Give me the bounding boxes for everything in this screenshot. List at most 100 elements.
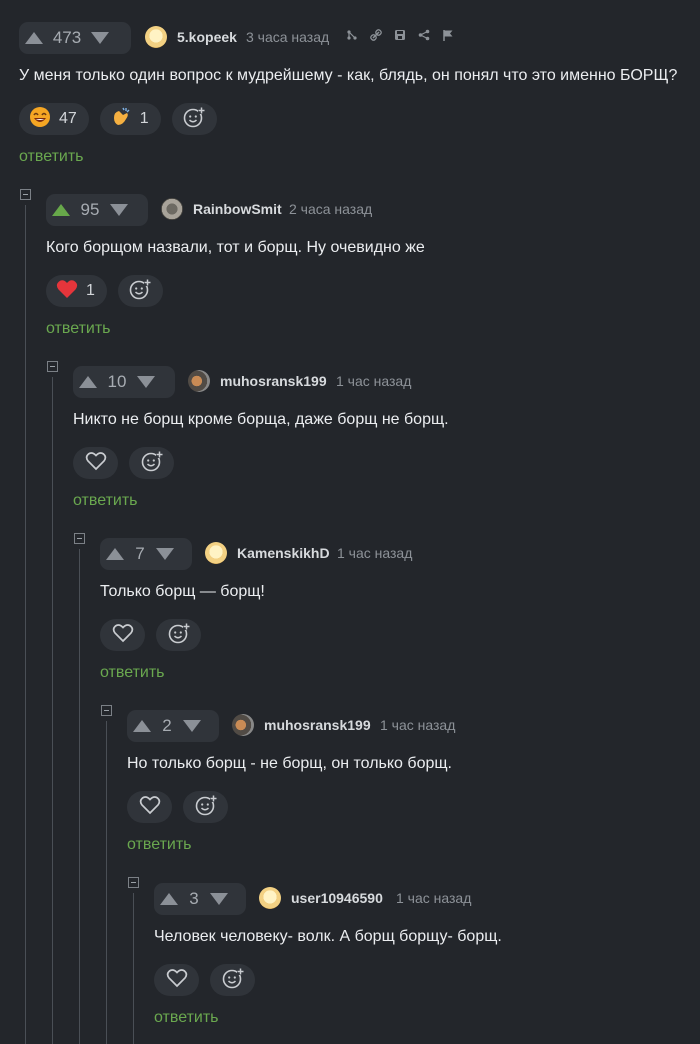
- arrow-down-icon: [110, 204, 128, 216]
- vote-count: 2: [162, 716, 172, 735]
- arrow-up-icon: [133, 720, 151, 732]
- downvote-button[interactable]: [150, 538, 180, 570]
- comment-author[interactable]: KamenskikhD: [237, 545, 330, 561]
- downvote-button[interactable]: [85, 22, 115, 54]
- reactions: 47 1: [19, 103, 217, 135]
- reaction-count: 1: [139, 110, 149, 127]
- reply-link[interactable]: ответить: [46, 320, 111, 338]
- like-button[interactable]: [73, 447, 118, 479]
- comment-text: Никто не борщ кроме борща, даже борщ не …: [73, 411, 449, 428]
- like-button[interactable]: [154, 964, 199, 996]
- thread-line[interactable]: [25, 205, 26, 1044]
- reaction-button[interactable]: 47: [19, 103, 89, 135]
- arrow-down-icon: [156, 548, 174, 560]
- reaction-button[interactable]: 1: [46, 275, 107, 307]
- comment-author[interactable]: muhosransk199: [264, 717, 371, 733]
- upvote-button[interactable]: [19, 22, 49, 54]
- arrow-down-icon: [183, 720, 201, 732]
- downvote-button[interactable]: [204, 883, 234, 915]
- cookie-avatar[interactable]: [259, 887, 281, 909]
- add-reaction-icon: [129, 278, 152, 305]
- collapse-thread-button[interactable]: [128, 877, 139, 888]
- share-icon[interactable]: [417, 28, 431, 42]
- comment-author[interactable]: 5.kopeek: [177, 29, 237, 45]
- comment-time[interactable]: 1 час назад: [336, 373, 411, 389]
- thread-line[interactable]: [79, 549, 80, 1044]
- reaction-count: 47: [59, 110, 77, 127]
- comment-text: Кого борщом назвали, тот и борщ. Ну очев…: [46, 239, 425, 256]
- collapse-thread-button[interactable]: [47, 361, 58, 372]
- like-button[interactable]: [127, 791, 172, 823]
- cookie-avatar[interactable]: [145, 26, 167, 48]
- comment-time[interactable]: 1 час назад: [380, 717, 455, 733]
- thread-line[interactable]: [106, 721, 107, 1044]
- comment-time[interactable]: 2 часа назад: [289, 201, 372, 217]
- comment-author[interactable]: muhosransk199: [220, 373, 327, 389]
- dog-avatar[interactable]: [232, 714, 254, 736]
- save-icon[interactable]: [393, 28, 407, 42]
- add-reaction-icon: [141, 450, 163, 477]
- vote-count: 10: [107, 372, 127, 391]
- laughing-face-icon: [29, 106, 51, 133]
- comment-author[interactable]: RainbowSmit: [193, 201, 282, 217]
- comment-time[interactable]: 3 часа назад: [246, 29, 329, 45]
- add-reaction-icon: [168, 622, 190, 649]
- reaction-button[interactable]: 1: [99, 103, 161, 135]
- thread-line[interactable]: [52, 377, 53, 1044]
- comment-text: Человек человеку- волк. А борщ борщу- бо…: [154, 928, 502, 945]
- reply-link[interactable]: ответить: [100, 664, 165, 682]
- reaction-count: 1: [86, 282, 95, 299]
- add-reaction-button[interactable]: [171, 103, 217, 135]
- comment: 473 5.kopeek 3 часа назад У меня только …: [19, 22, 689, 165]
- collapse-thread-button[interactable]: [74, 533, 85, 544]
- comment-author[interactable]: user10946590: [291, 890, 383, 906]
- add-reaction-button[interactable]: [156, 619, 201, 651]
- vote-control: 3: [154, 883, 246, 915]
- reply-link[interactable]: ответить: [154, 1009, 219, 1027]
- add-reaction-button[interactable]: [210, 964, 255, 996]
- heart-outline-icon: [166, 968, 188, 993]
- clapping-hands-icon: [110, 106, 132, 133]
- arrow-up-icon: [160, 893, 178, 905]
- arrow-up-icon: [79, 376, 97, 388]
- downvote-button[interactable]: [131, 366, 161, 398]
- heart-outline-icon: [112, 623, 134, 648]
- upvote-button[interactable]: [73, 366, 103, 398]
- sloth-avatar[interactable]: [161, 198, 183, 220]
- reactions: [127, 791, 228, 823]
- vote-count: 7: [135, 544, 145, 563]
- comment-toolbar: [345, 28, 455, 42]
- reply-link[interactable]: ответить: [73, 492, 138, 510]
- upvote-button[interactable]: [127, 710, 157, 742]
- collapse-thread-button[interactable]: [101, 705, 112, 716]
- downvote-button[interactable]: [104, 194, 134, 226]
- downvote-button[interactable]: [177, 710, 207, 742]
- reply-link[interactable]: ответить: [127, 836, 192, 854]
- upvote-button[interactable]: [100, 538, 130, 570]
- heart-outline-icon: [139, 795, 161, 820]
- flag-icon[interactable]: [441, 28, 455, 42]
- add-reaction-icon: [222, 967, 244, 994]
- collapse-thread-button[interactable]: [20, 189, 31, 200]
- add-reaction-button[interactable]: [117, 275, 163, 307]
- heart-outline-icon: [85, 451, 107, 476]
- dog-avatar[interactable]: [188, 370, 210, 392]
- link-icon[interactable]: [369, 28, 383, 42]
- comment-time[interactable]: 1 час назад: [337, 545, 412, 561]
- comment-time[interactable]: 1 час назад: [396, 890, 471, 906]
- cookie-avatar[interactable]: [205, 542, 227, 564]
- thread-branch-icon[interactable]: [345, 28, 359, 42]
- comment: 7 KamenskikhD 1 час назад Только борщ — …: [100, 538, 680, 681]
- reply-link[interactable]: ответить: [19, 148, 84, 166]
- arrow-down-icon: [137, 376, 155, 388]
- upvote-button[interactable]: [46, 194, 76, 226]
- comment: 3 user10946590 1 час назад Человек челов…: [154, 883, 674, 1026]
- arrow-up-icon: [106, 548, 124, 560]
- upvote-button[interactable]: [154, 883, 184, 915]
- like-button[interactable]: [100, 619, 145, 651]
- comment: 95 RainbowSmit 2 часа назад Кого борщом …: [46, 194, 686, 337]
- add-reaction-button[interactable]: [183, 791, 228, 823]
- reactions: 1: [46, 275, 163, 307]
- thread-line[interactable]: [133, 893, 134, 1044]
- add-reaction-button[interactable]: [129, 447, 174, 479]
